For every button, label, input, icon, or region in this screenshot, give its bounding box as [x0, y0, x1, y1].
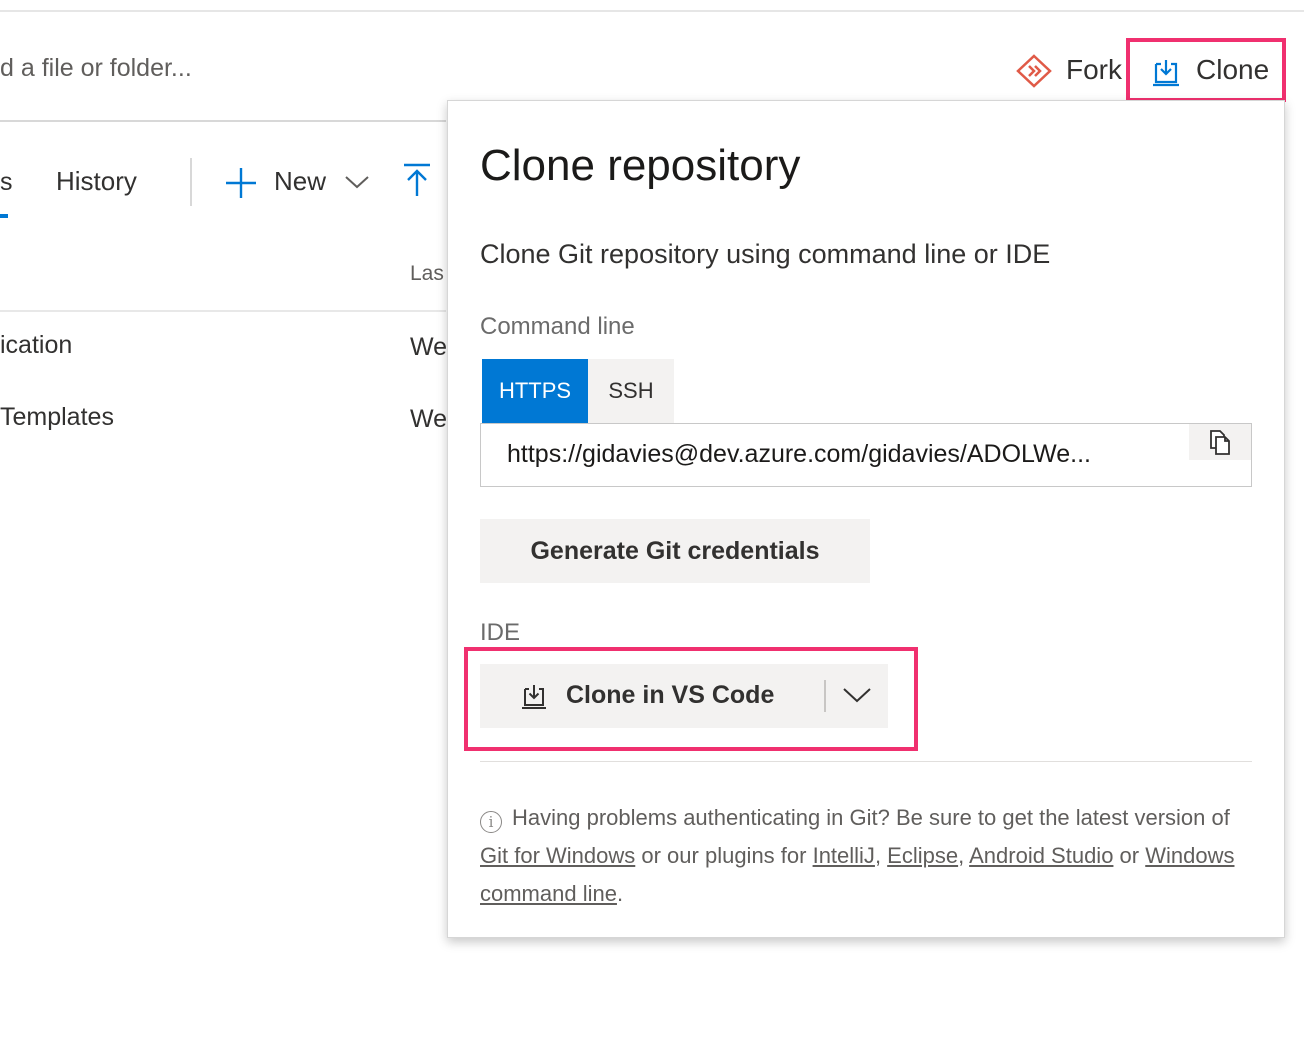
- ide-label: IDE: [480, 619, 521, 646]
- upload-icon[interactable]: [402, 162, 432, 198]
- clone-url-text: https://gidavies@dev.azure.com/gidavies/…: [507, 440, 1091, 468]
- panel-title: Clone repository: [480, 141, 801, 190]
- protocol-https-tab[interactable]: HTTPS: [482, 359, 588, 423]
- panel-subtitle: Clone Git repository using command line …: [480, 239, 1051, 269]
- list-divider: [0, 310, 446, 312]
- list-item-name[interactable]: ication: [0, 331, 72, 360]
- header-divider: [0, 120, 446, 122]
- copy-url-button[interactable]: [1189, 424, 1251, 460]
- help-text: ,: [958, 843, 970, 868]
- command-line-label: Command line: [480, 313, 635, 340]
- list-item-meta: We: [410, 405, 448, 433]
- column-header-last-change: Las: [410, 262, 444, 285]
- vscode-button-highlight: [464, 647, 918, 751]
- tab-separator: [190, 158, 192, 206]
- help-text: ,: [874, 843, 888, 868]
- generate-git-credentials-button[interactable]: Generate Git credentials: [480, 519, 870, 583]
- intellij-link[interactable]: IntelliJ: [813, 843, 875, 868]
- top-border: [0, 10, 1304, 12]
- clone-url-field[interactable]: https://gidavies@dev.azure.com/gidavies/…: [480, 423, 1252, 487]
- eclipse-link[interactable]: Eclipse: [887, 843, 958, 868]
- search-input[interactable]: d a file or folder...: [0, 54, 192, 83]
- chevron-down-icon[interactable]: [344, 172, 370, 192]
- git-for-windows-link[interactable]: Git for Windows: [480, 843, 635, 868]
- list-item-meta: We: [410, 333, 448, 361]
- new-button[interactable]: New: [274, 166, 326, 197]
- fork-icon: [1016, 54, 1052, 88]
- clone-button[interactable]: Clone: [1196, 54, 1269, 86]
- tab-selected-indicator: [0, 214, 8, 218]
- help-text: or our plugins for: [635, 843, 813, 868]
- help-text: .: [616, 881, 624, 906]
- auth-help-text: i Having problems authenticating in Git? …: [480, 799, 1240, 913]
- plus-icon[interactable]: [224, 166, 258, 200]
- list-item-name[interactable]: Templates: [0, 403, 114, 432]
- copy-icon: [1210, 430, 1230, 455]
- clone-download-icon: [1153, 60, 1179, 87]
- panel-divider: [480, 761, 1252, 762]
- fork-button[interactable]: Fork: [1066, 54, 1122, 86]
- info-icon: i: [480, 811, 502, 833]
- protocol-ssh-tab[interactable]: SSH: [588, 359, 674, 423]
- help-text: or: [1113, 843, 1146, 868]
- help-text: Having problems authenticating in Git? B…: [512, 805, 1230, 830]
- clone-repository-panel: Clone repository Clone Git repository us…: [447, 100, 1285, 938]
- android-studio-link[interactable]: Android Studio: [969, 843, 1113, 868]
- tab-files[interactable]: s: [0, 168, 13, 197]
- tab-history[interactable]: History: [56, 166, 137, 197]
